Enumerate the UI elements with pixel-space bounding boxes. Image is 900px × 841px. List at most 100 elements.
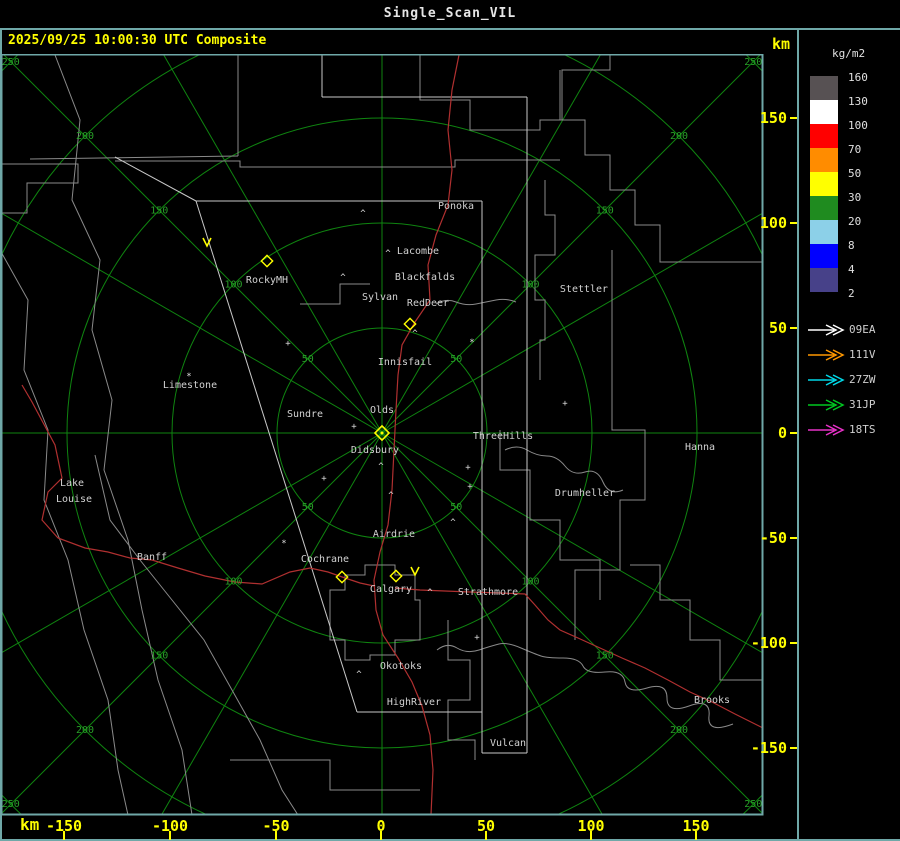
bottom-axis-tick-mark: [380, 831, 382, 840]
county-boundary-line: [447, 620, 476, 760]
range-ring-label: 50: [450, 354, 462, 365]
scale-swatch-130: [810, 100, 838, 124]
radar-arrow-18TS: [808, 424, 845, 436]
town-marker: +: [474, 633, 480, 643]
right-axis-tick-mark: [790, 432, 797, 434]
range-ring-label: 200: [670, 131, 688, 142]
park-boundary-line: [54, 55, 193, 814]
town-marker: ^: [340, 273, 346, 283]
radar-map-canvas[interactable]: 50 50 50 50 100 100 100 100 150 150 150 150 200 200 20…: [0, 53, 764, 816]
city-label-cochrane: Cochrane: [301, 554, 349, 565]
county-boundary-line: [419, 55, 611, 131]
county-boundary-line: [499, 430, 601, 600]
city-label-innisfail: Innisfail: [378, 357, 432, 368]
bottom-axis-tick-mark: [485, 831, 487, 840]
scan-sector-outline: [114, 156, 197, 202]
scale-threshold-label: 2: [848, 287, 855, 300]
city-label-louise: Louise: [56, 494, 92, 505]
scale-swatch-4: [810, 268, 838, 292]
city-label-hanna: Hanna: [685, 442, 715, 453]
radial-line-45deg: [381, 55, 761, 434]
radar-id-label-27ZW: 27ZW: [849, 373, 876, 386]
right-axis-tick-mark: [790, 747, 797, 749]
right-axis-tick-label: -100: [750, 634, 787, 652]
city-label-drumheller: Drumheller: [555, 488, 615, 499]
range-ring-label: 50: [302, 502, 314, 513]
town-marker: ^: [450, 518, 456, 528]
radar-arrow-111V: [808, 349, 845, 361]
scale-threshold-label: 4: [848, 263, 855, 276]
right-axis-tick-mark: [790, 642, 797, 644]
range-ring-label: 200: [670, 725, 688, 736]
range-ring-label: 150: [150, 205, 168, 216]
radar-id-label-31JP: 31JP: [849, 398, 876, 411]
county-boundary-line: [630, 564, 762, 681]
scale-swatch-30: [810, 196, 838, 220]
right-axis-tick-mark: [790, 117, 797, 119]
window-title-bar[interactable]: Single_Scan_VIL: [0, 0, 900, 30]
town-marker: +: [465, 463, 471, 473]
range-ring-label: 250: [744, 799, 762, 810]
range-ring-label: 250: [2, 799, 20, 810]
storm-motion-arrow-marker: [410, 566, 420, 577]
radial-line-120deg: [163, 55, 383, 434]
town-marker: *: [469, 338, 474, 348]
scale-threshold-label: 30: [848, 191, 862, 204]
range-ring-label: 100: [224, 576, 242, 587]
range-ring-label: 100: [521, 576, 539, 587]
city-label-vulcan: Vulcan: [490, 738, 526, 749]
town-marker: ^: [385, 249, 391, 259]
range-ring-label: 200: [76, 725, 94, 736]
bottom-axis-tick-mark: [695, 831, 697, 840]
color-scale-unit-label: kg/m2: [832, 47, 866, 60]
county-boundary-line: [574, 250, 646, 640]
town-marker: +: [321, 474, 327, 484]
scale-swatch-100: [810, 124, 838, 148]
city-label-highriver: HighRiver: [387, 697, 441, 708]
city-label-brooks: Brooks: [694, 695, 730, 706]
right-axis-tick-mark: [790, 222, 797, 224]
scale-swatch-20: [810, 220, 838, 244]
radar-map-svg: 50 50 50 50 100 100 100 100 150 150 150 150 200 200 20…: [0, 53, 764, 816]
county-boundary-line: [115, 159, 560, 168]
right-axis-tick-label: 100: [759, 214, 787, 232]
scale-threshold-label: 8: [848, 239, 855, 252]
bottom-axis-tick-mark: [275, 831, 277, 840]
radial-line-60deg: [381, 55, 601, 434]
city-label-lake: Lake: [60, 478, 84, 489]
city-label-didsbury: Didsbury: [351, 445, 399, 456]
city-label-lacombe: Lacombe: [397, 246, 439, 257]
radial-line-330deg: [381, 432, 762, 653]
right-axis-tick-label: -50: [759, 529, 787, 547]
scale-swatch-70: [810, 148, 838, 172]
scan-timestamp: 2025/09/25 10:00:30 UTC Composite: [8, 33, 267, 48]
scale-threshold-label: 130: [848, 95, 868, 108]
town-marker: +: [285, 339, 291, 349]
county-boundary-line: [2, 163, 79, 214]
town-marker: ^: [356, 670, 362, 680]
bottom-axis-tick-mark: [169, 831, 171, 840]
city-label-rockymh: RockyMH: [246, 275, 288, 286]
city-label-blackfalds: Blackfalds: [395, 272, 455, 283]
range-ring-label: 100: [224, 280, 242, 291]
town-marker: ^: [388, 491, 394, 501]
scale-threshold-label: 70: [848, 143, 862, 156]
scale-threshold-label: 100: [848, 119, 868, 132]
range-ring-label: 200: [76, 131, 94, 142]
right-axis-tick-mark: [790, 327, 797, 329]
county-boundary-line: [329, 564, 421, 661]
range-ring-label: 100: [521, 280, 539, 291]
right-axis-tick-label: 0: [777, 424, 787, 442]
radar-id-label-18TS: 18TS: [849, 423, 876, 436]
right-axis-tick-mark: [790, 537, 797, 539]
scale-threshold-label: 160: [848, 71, 868, 84]
river-line: [436, 643, 734, 729]
city-label-sylvan: Sylvan: [362, 292, 398, 303]
park-boundary-line: [94, 454, 298, 814]
range-ring-label: 50: [302, 354, 314, 365]
town-marker: ^: [360, 209, 366, 219]
range-ring-label: 150: [596, 651, 614, 662]
range-ring-label: 250: [2, 57, 20, 68]
park-boundary-line: [2, 252, 129, 814]
city-label-sundre: Sundre: [287, 409, 323, 420]
